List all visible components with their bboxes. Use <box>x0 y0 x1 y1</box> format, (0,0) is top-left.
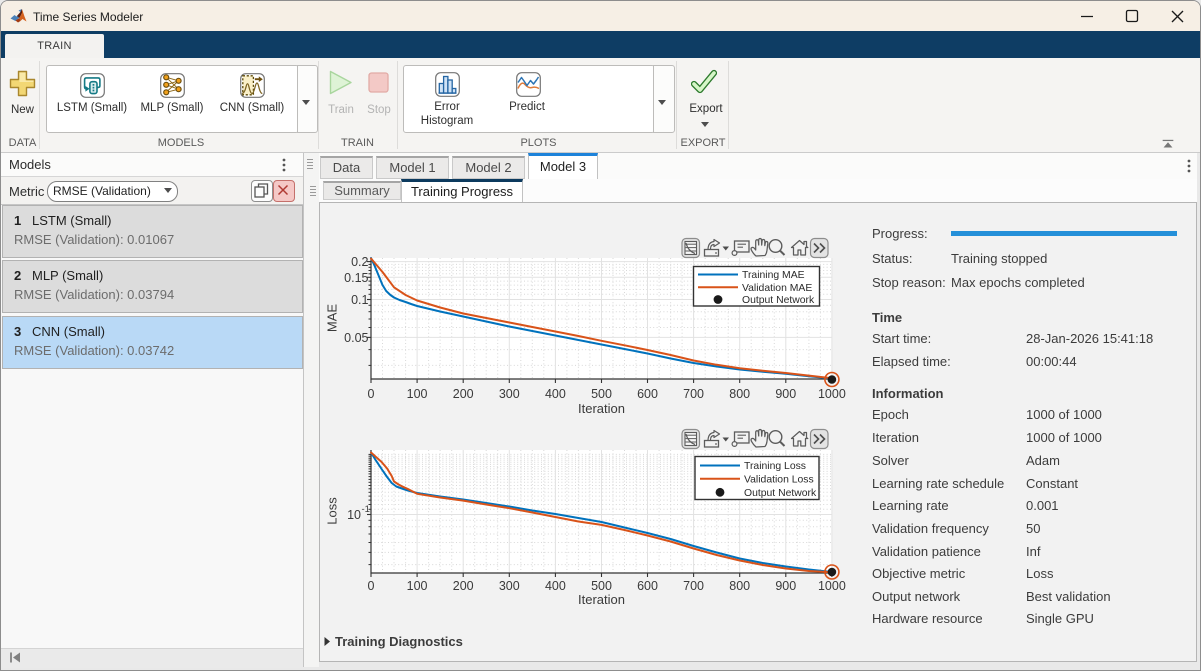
svg-text:Training MAE: Training MAE <box>742 270 805 281</box>
svg-text:0.15: 0.15 <box>344 271 368 285</box>
svg-text:300: 300 <box>499 579 520 593</box>
svg-text:200: 200 <box>453 387 474 401</box>
svg-text:100: 100 <box>407 387 428 401</box>
svg-text:800: 800 <box>729 387 750 401</box>
svg-text:500: 500 <box>591 387 612 401</box>
svg-text:700: 700 <box>683 387 704 401</box>
svg-text:Training Loss: Training Loss <box>744 461 806 472</box>
svg-text:0.05: 0.05 <box>344 331 368 345</box>
svg-text:900: 900 <box>775 387 796 401</box>
svg-text:700: 700 <box>683 579 704 593</box>
svg-text:600: 600 <box>637 579 658 593</box>
svg-text:Validation MAE: Validation MAE <box>742 283 812 294</box>
svg-text:10: 10 <box>347 508 361 522</box>
svg-text:900: 900 <box>775 579 796 593</box>
svg-text:Iteration: Iteration <box>578 401 625 416</box>
svg-text:0.2: 0.2 <box>351 255 368 269</box>
svg-text:1000: 1000 <box>818 387 846 401</box>
svg-text:500: 500 <box>591 579 612 593</box>
svg-text:300: 300 <box>499 387 520 401</box>
svg-text:Output Network: Output Network <box>742 295 815 306</box>
svg-text:-1: -1 <box>362 504 370 515</box>
svg-text:600: 600 <box>637 387 658 401</box>
svg-text:Validation Loss: Validation Loss <box>744 475 814 486</box>
svg-text:400: 400 <box>545 579 566 593</box>
svg-text:100: 100 <box>407 579 428 593</box>
svg-text:Output Network: Output Network <box>744 488 817 499</box>
svg-text:0: 0 <box>368 387 375 401</box>
svg-text:200: 200 <box>453 579 474 593</box>
svg-text:400: 400 <box>545 387 566 401</box>
svg-text:800: 800 <box>729 579 750 593</box>
svg-text:0: 0 <box>368 579 375 593</box>
svg-text:1000: 1000 <box>818 579 846 593</box>
svg-text:Loss: Loss <box>325 497 340 525</box>
svg-text:Iteration: Iteration <box>578 592 625 607</box>
svg-text:MAE: MAE <box>325 304 340 333</box>
svg-text:0.1: 0.1 <box>351 293 368 307</box>
